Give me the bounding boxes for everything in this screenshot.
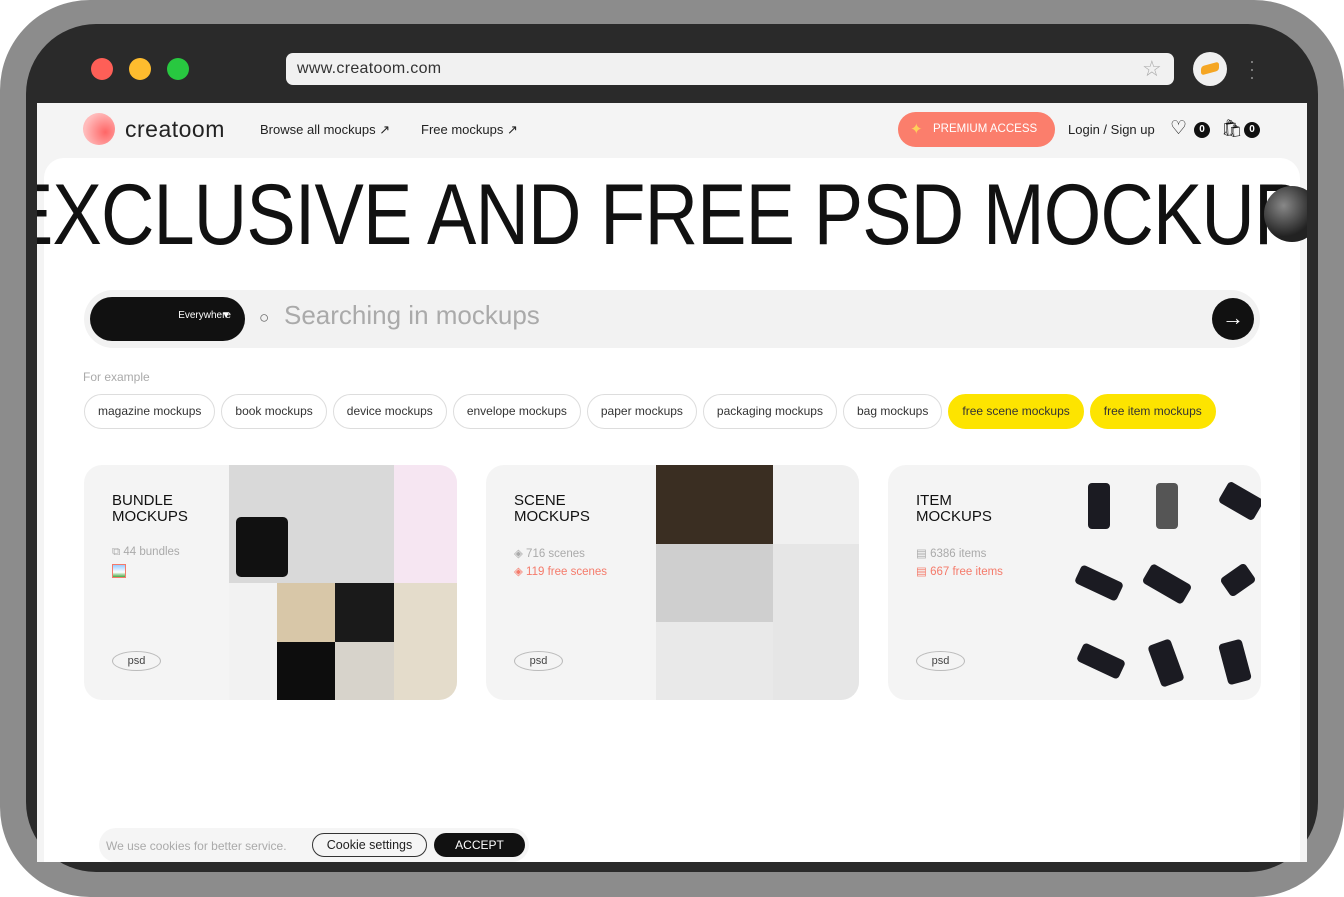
cookie-text: We use cookies for better service. [106, 839, 287, 853]
wishlist-count: 0 [1194, 122, 1210, 138]
search-bar: Everywhere▼ ○ → [84, 290, 1260, 348]
url-text: www.creatoom.com [297, 60, 442, 77]
close-window-button[interactable] [91, 58, 113, 80]
card-title: ITEM MOCKUPS [916, 492, 992, 525]
chip-envelope[interactable]: envelope mockups [452, 394, 581, 429]
free-items-count: ▤ 667 free items [916, 566, 1003, 578]
caret-down-icon: ▼ [221, 310, 231, 321]
iphone-label-image [236, 517, 288, 577]
card-title: SCENE MOCKUPS [514, 492, 590, 525]
examples-label: For example [83, 370, 150, 384]
psd-tag: psd [514, 651, 563, 671]
search-submit-button[interactable]: → [1212, 298, 1254, 340]
profile-avatar[interactable] [1193, 52, 1227, 86]
chip-magazine[interactable]: magazine mockups [84, 394, 216, 429]
stationery-image [229, 583, 277, 700]
free-mockups-link[interactable]: Free mockups ↗ [421, 122, 518, 138]
cookie-banner: We use cookies for better service. Cooki… [99, 828, 529, 862]
scene-phone-image [773, 465, 859, 544]
accept-cookies-button[interactable]: ACCEPT [434, 833, 525, 857]
logo-text[interactable]: creatoom [125, 116, 225, 143]
psd-tag: psd [916, 651, 965, 671]
chip-device[interactable]: device mockups [332, 394, 447, 429]
phone-image [1073, 564, 1125, 602]
phone-image [1141, 562, 1193, 606]
hero-marquee-title: EXCLUSIVE AND FREE PSD MOCKUPS [37, 167, 1307, 263]
photo-2 [335, 583, 394, 642]
scene-device-image [773, 544, 859, 700]
premium-access-button[interactable]: ✦ PREMIUM ACCESS [898, 112, 1055, 147]
bundle-mockups-card[interactable]: BUNDLE MOCKUPS ⧉ 44 bundles psd [84, 465, 457, 700]
scene-mockups-card[interactable]: SCENE MOCKUPS ◈ 716 scenes ◈ 119 free sce… [486, 465, 859, 700]
phone-image [1075, 642, 1127, 680]
photo-1 [277, 583, 335, 642]
scenes-count: ◈ 716 scenes [514, 548, 585, 560]
address-bar[interactable]: www.creatoom.com ☆ [286, 53, 1174, 85]
phone-image [1156, 483, 1178, 529]
items-count: ▤ 6386 items [916, 548, 987, 560]
scene-phones-image [656, 544, 773, 622]
chip-bag[interactable]: bag mockups [842, 394, 943, 429]
search-icon: ○ [259, 308, 270, 327]
phone-image [1147, 638, 1185, 688]
browse-all-link[interactable]: Browse all mockups ↗ [260, 122, 390, 138]
chip-book[interactable]: book mockups [221, 394, 327, 429]
shopping-bag-icon[interactable]: 🛍︎ [1221, 119, 1243, 139]
phone-image [1219, 562, 1257, 598]
photo-4 [335, 642, 394, 700]
main-content: EXCLUSIVE AND FREE PSD MOCKUPS Everywher… [37, 158, 1307, 862]
scene-trio-image [656, 622, 773, 700]
phone-image [1217, 638, 1253, 686]
sparkle-icon: ✦ [910, 121, 923, 138]
signage-image [394, 583, 457, 700]
search-input[interactable] [284, 300, 1084, 331]
search-scope-dropdown[interactable]: Everywhere ▼ [90, 297, 245, 341]
logo-icon[interactable] [83, 113, 115, 145]
card-title: BUNDLE MOCKUPS [112, 492, 188, 525]
browser-menu-icon[interactable]: · · · [1249, 52, 1255, 86]
cart-count: 0 [1244, 122, 1260, 138]
photo-3 [277, 642, 335, 700]
packaging-set-image [394, 465, 457, 583]
premium-label: PREMIUM ACCESS [933, 123, 1038, 135]
free-scenes-count: ◈ 119 free scenes [514, 566, 608, 578]
chip-packaging[interactable]: packaging mockups [702, 394, 837, 429]
minimize-window-button[interactable] [129, 58, 151, 80]
image-icon [112, 564, 126, 578]
phone-image [1217, 480, 1261, 522]
psd-tag: psd [112, 651, 161, 671]
chip-free-scene[interactable]: free scene mockups [948, 394, 1084, 429]
phone-image [1088, 483, 1110, 529]
site-header: creatoom Browse all mockups ↗ Free mocku… [37, 103, 1307, 158]
chip-paper[interactable]: paper mockups [586, 394, 697, 429]
login-link[interactable]: Login / Sign up [1068, 122, 1155, 137]
cookie-settings-button[interactable]: Cookie settings [312, 833, 427, 857]
maximize-window-button[interactable] [167, 58, 189, 80]
scene-box-image [656, 465, 773, 544]
bundles-count: ⧉ 44 bundles [112, 546, 180, 558]
example-chips: magazine mockups book mockups device moc… [84, 394, 1216, 429]
item-mockups-card[interactable]: ITEM MOCKUPS ▤ 6386 items ▤ 667 free item… [888, 465, 1261, 700]
chip-free-item[interactable]: free item mockups [1089, 394, 1216, 429]
web-page: creatoom Browse all mockups ↗ Free mocku… [37, 103, 1307, 862]
bookmark-star-icon[interactable]: ☆ [1142, 56, 1162, 82]
heart-icon[interactable]: ♡ [1170, 117, 1187, 140]
